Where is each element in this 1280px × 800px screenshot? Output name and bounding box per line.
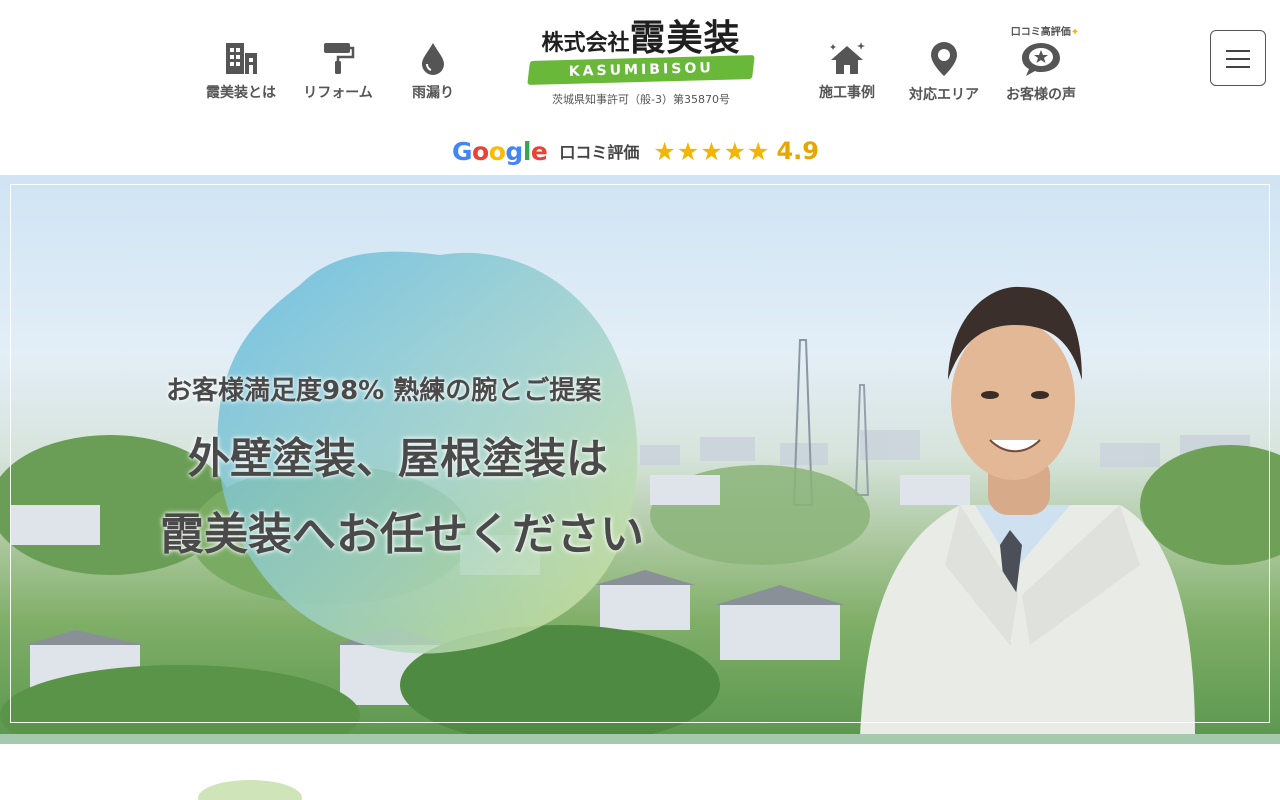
hero-section: お客様満足度98% 熟練の腕とご提案 外壁塗装、屋根塗装は 霞美装へお任せくださ… xyxy=(0,175,1280,735)
site-header: 霞美装とは リフォーム 雨漏り 株式会社霞美装 KASUMIBISOU 茨城県知… xyxy=(0,0,1280,175)
nav-works[interactable]: 施工事例 xyxy=(802,40,892,102)
hero-headline: お客様満足度98% 熟練の腕とご提案 外壁塗装、屋根塗装は 霞美装へお任せくださ… xyxy=(160,370,720,562)
nav-about[interactable]: 霞美装とは xyxy=(196,40,286,102)
google-rating[interactable]: Google 口コミ評価 ★★★★★ 4.9 xyxy=(452,134,819,168)
hamburger-bar xyxy=(1226,50,1250,52)
logo-romaji: KASUMIBISOU xyxy=(568,60,714,80)
building-icon xyxy=(226,43,257,74)
nav-label: 霞美装とは xyxy=(206,85,276,101)
speech-bubble-star-icon xyxy=(1022,43,1060,76)
menu-button[interactable] xyxy=(1210,30,1266,86)
hero-bottom-band xyxy=(0,734,1280,744)
rating-label: 口コミ評価 xyxy=(559,143,640,162)
nav-label: 雨漏り xyxy=(412,85,454,101)
decorative-blob xyxy=(198,780,302,800)
hero-subheading: お客様満足度98% 熟練の腕とご提案 xyxy=(166,376,602,406)
nav-leak[interactable]: 雨漏り xyxy=(388,40,478,102)
review-tag: 口コミ高評価✦ xyxy=(1010,27,1080,38)
paint-roller-icon xyxy=(324,43,355,74)
nav-label: お客様の声 xyxy=(1006,87,1076,103)
rating-score: 4.9 xyxy=(776,137,819,165)
hero-heading-line1: 外壁塗装、屋根塗装は xyxy=(188,434,609,483)
rating-stars: ★★★★★ xyxy=(653,136,771,166)
hero-heading-line2: 霞美装へお任せください xyxy=(160,509,644,560)
sparkle-icon: ✦ xyxy=(1070,27,1080,38)
nav-label: 施工事例 xyxy=(819,85,875,101)
nav-label: リフォーム xyxy=(303,85,373,101)
map-pin-icon xyxy=(931,42,957,76)
hamburger-bar xyxy=(1226,58,1250,60)
license-number: 茨城県知事許可（般-3）第35870号 xyxy=(552,93,730,106)
nav-label: 対応エリア xyxy=(909,87,979,103)
logo-wordmark: 株式会社霞美装 xyxy=(541,17,741,59)
nav-area[interactable]: 対応エリア xyxy=(899,40,989,104)
google-logo: Google xyxy=(452,136,548,166)
company-logo[interactable]: 株式会社霞美装 KASUMIBISOU 茨城県知事許可（般-3）第35870号 xyxy=(526,20,756,112)
next-section xyxy=(0,744,1280,800)
logo-band: KASUMIBISOU xyxy=(527,55,755,85)
nav-voice[interactable]: お客様の声 xyxy=(996,40,1086,104)
house-sparkle-icon xyxy=(830,42,865,74)
water-drop-icon xyxy=(422,43,444,75)
nav-reform[interactable]: リフォーム xyxy=(293,40,383,102)
hamburger-bar xyxy=(1226,66,1250,68)
